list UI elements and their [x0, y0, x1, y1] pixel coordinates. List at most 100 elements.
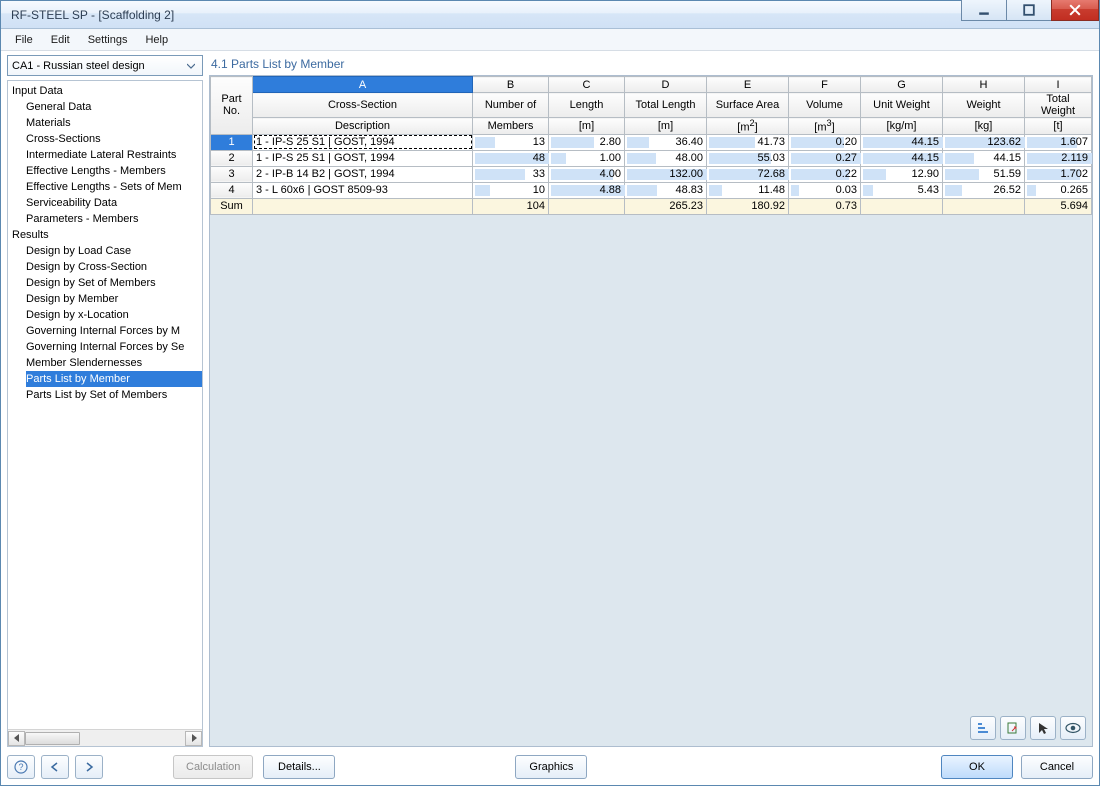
tree-item[interactable]: Parts List by Member [26, 371, 202, 387]
row-header[interactable]: 2 [211, 150, 253, 166]
ok-button[interactable]: OK [941, 755, 1013, 779]
tree-item[interactable]: Design by Load Case [26, 243, 202, 259]
grid-cell[interactable]: 2 - IP-B 14 B2 | GOST, 1994 [253, 166, 473, 182]
view-button[interactable] [1060, 716, 1086, 740]
tree-item[interactable]: Governing Internal Forces by M [26, 323, 202, 339]
grid-cell[interactable]: 1.00 [549, 150, 625, 166]
scroll-track[interactable] [25, 731, 185, 746]
scroll-thumb[interactable] [25, 732, 80, 745]
maximize-button[interactable] [1006, 0, 1052, 21]
cancel-button[interactable]: Cancel [1021, 755, 1093, 779]
grid-cell[interactable]: 13 [473, 134, 549, 150]
tree-item[interactable]: Cross-Sections [26, 131, 202, 147]
col-part-no[interactable]: Part No. [211, 77, 253, 135]
grid-cell[interactable]: 48.83 [625, 182, 707, 198]
table-row[interactable]: 32 - IP-B 14 B2 | GOST, 1994334.00132.00… [211, 166, 1092, 182]
col-letter-D[interactable]: D [625, 77, 707, 93]
tree-item[interactable]: Intermediate Lateral Restraints [26, 147, 202, 163]
grid-cell[interactable]: 44.15 [861, 150, 943, 166]
minimize-button[interactable] [961, 0, 1007, 21]
grid-cell[interactable]: 0.03 [789, 182, 861, 198]
grid-cell[interactable]: 123.62 [943, 134, 1025, 150]
grid-cell[interactable]: 51.59 [943, 166, 1025, 182]
tree-item[interactable]: Governing Internal Forces by Se [26, 339, 202, 355]
tree-horizontal-scrollbar[interactable] [8, 729, 202, 746]
help-button[interactable]: ? [7, 755, 35, 779]
filter-button[interactable] [970, 716, 996, 740]
col-letter-F[interactable]: F [789, 77, 861, 93]
row-header[interactable]: 4 [211, 182, 253, 198]
grid-cell[interactable]: 44.15 [861, 134, 943, 150]
grid-cell[interactable]: 41.73 [707, 134, 789, 150]
grid-cell[interactable]: 2.119 [1025, 150, 1092, 166]
grid-cell[interactable]: 1.607 [1025, 134, 1092, 150]
col-letter-B[interactable]: B [473, 77, 549, 93]
grid-cell[interactable]: 1 - IP-S 25 S1 | GOST, 1994 [253, 134, 473, 150]
grid-cell[interactable]: 33 [473, 166, 549, 182]
tree-heading-input[interactable]: Input Data [8, 83, 202, 99]
grid-cell[interactable]: 36.40 [625, 134, 707, 150]
grid-cell[interactable]: 0.20 [789, 134, 861, 150]
grid-cell[interactable]: 3 - L 60x6 | GOST 8509-93 [253, 182, 473, 198]
grid-cell[interactable]: 10 [473, 182, 549, 198]
table-row[interactable]: 21 - IP-S 25 S1 | GOST, 1994481.0048.005… [211, 150, 1092, 166]
export-button[interactable] [1000, 716, 1026, 740]
parts-list-grid[interactable]: Part No. A B C D E F G H I [209, 75, 1093, 747]
grid-cell[interactable]: 48 [473, 150, 549, 166]
tree-item[interactable]: Serviceability Data [26, 195, 202, 211]
grid-cell[interactable]: 1.702 [1025, 166, 1092, 182]
tree-item[interactable]: Effective Lengths - Sets of Mem [26, 179, 202, 195]
tree-item[interactable]: Design by Set of Members [26, 275, 202, 291]
tree-item[interactable]: Parts List by Set of Members [26, 387, 202, 403]
scroll-right-button[interactable] [185, 731, 202, 746]
grid-cell[interactable]: 12.90 [861, 166, 943, 182]
grid-cell[interactable]: 5.43 [861, 182, 943, 198]
grid-cell[interactable]: 2.80 [549, 134, 625, 150]
col-letter-E[interactable]: E [707, 77, 789, 93]
graphics-button[interactable]: Graphics [515, 755, 587, 779]
row-header[interactable]: 3 [211, 166, 253, 182]
next-button[interactable] [75, 755, 103, 779]
grid-cell[interactable]: 26.52 [943, 182, 1025, 198]
grid-cell[interactable]: 0.265 [1025, 182, 1092, 198]
col-letter-A[interactable]: A [253, 77, 473, 93]
col-letter-I[interactable]: I [1025, 77, 1092, 93]
grid-cell[interactable]: 4.88 [549, 182, 625, 198]
tree-heading-results[interactable]: Results [8, 227, 202, 243]
tree-item[interactable]: Design by Member [26, 291, 202, 307]
menu-file[interactable]: File [7, 32, 41, 48]
tree-item[interactable]: Design by Cross-Section [26, 259, 202, 275]
prev-button[interactable] [41, 755, 69, 779]
grid-cell[interactable]: 0.22 [789, 166, 861, 182]
col-letter-C[interactable]: C [549, 77, 625, 93]
calculation-button[interactable]: Calculation [173, 755, 253, 779]
tree-item[interactable]: Materials [26, 115, 202, 131]
pick-button[interactable] [1030, 716, 1056, 740]
tree-item[interactable]: Design by x-Location [26, 307, 202, 323]
menu-settings[interactable]: Settings [80, 32, 136, 48]
grid-cell[interactable]: 0.27 [789, 150, 861, 166]
details-button[interactable]: Details... [263, 755, 335, 779]
tree-item[interactable]: General Data [26, 99, 202, 115]
navigation-tree[interactable]: Input Data General DataMaterialsCross-Se… [7, 80, 203, 747]
table-row[interactable]: 43 - L 60x6 | GOST 8509-93104.8848.8311.… [211, 182, 1092, 198]
grid-cell[interactable]: 11.48 [707, 182, 789, 198]
design-case-combo[interactable]: CA1 - Russian steel design [7, 55, 203, 76]
grid-cell[interactable]: 1 - IP-S 25 S1 | GOST, 1994 [253, 150, 473, 166]
table-row[interactable]: 11 - IP-S 25 S1 | GOST, 1994132.8036.404… [211, 134, 1092, 150]
menu-help[interactable]: Help [137, 32, 176, 48]
tree-item[interactable]: Parameters - Members [26, 211, 202, 227]
col-letter-G[interactable]: G [861, 77, 943, 93]
tree-item[interactable]: Effective Lengths - Members [26, 163, 202, 179]
grid-cell[interactable]: 55.03 [707, 150, 789, 166]
scroll-left-button[interactable] [8, 731, 25, 746]
grid-cell[interactable]: 72.68 [707, 166, 789, 182]
grid-cell[interactable]: 48.00 [625, 150, 707, 166]
col-letter-H[interactable]: H [943, 77, 1025, 93]
grid-cell[interactable]: 4.00 [549, 166, 625, 182]
close-button[interactable] [1051, 0, 1099, 21]
menu-edit[interactable]: Edit [43, 32, 78, 48]
row-header[interactable]: 1 [211, 134, 253, 150]
grid-cell[interactable]: 132.00 [625, 166, 707, 182]
grid-cell[interactable]: 44.15 [943, 150, 1025, 166]
